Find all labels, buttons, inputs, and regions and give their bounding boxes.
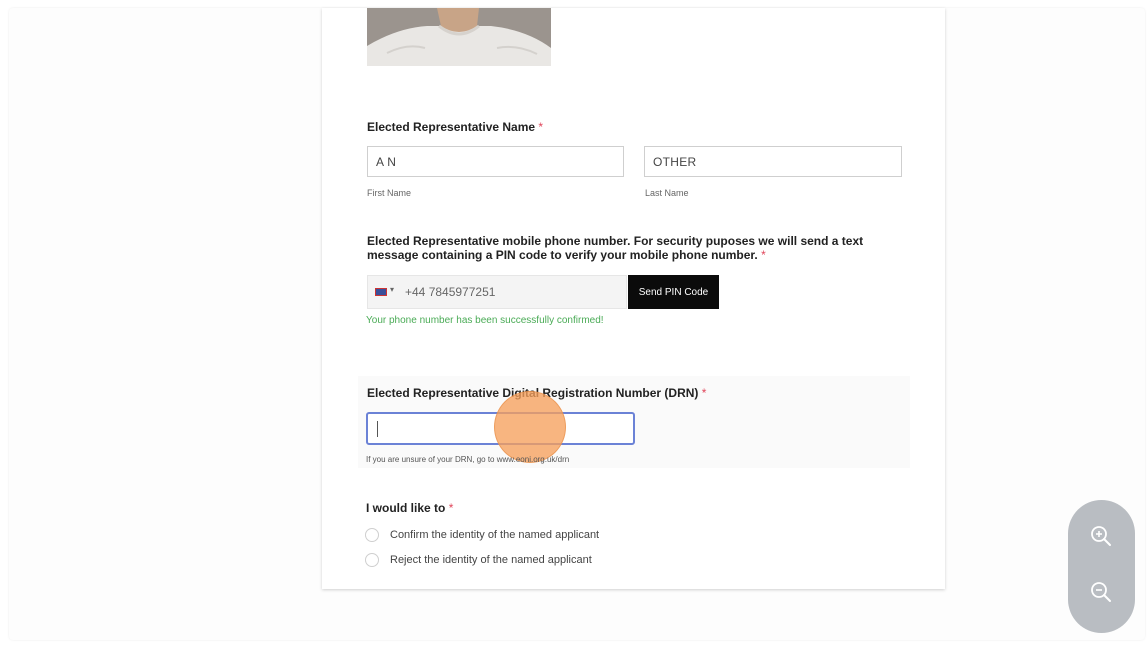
- phone-value: +44 7845977251: [405, 285, 496, 299]
- applicant-photo: [367, 8, 551, 66]
- drn-help-text: If you are unsure of your DRN, go to www…: [366, 455, 570, 464]
- phone-success-message: Your phone number has been successfully …: [366, 315, 604, 326]
- phone-label: Elected Representative mobile phone numb…: [367, 234, 864, 262]
- zoom-in-icon: [1091, 526, 1111, 546]
- send-pin-button[interactable]: Send PIN Code: [628, 275, 719, 309]
- last-name-sublabel: Last Name: [645, 188, 689, 198]
- text-cursor: [377, 421, 378, 437]
- form-card: Elected Representative Name * A N First …: [322, 8, 945, 589]
- zoom-in-button[interactable]: [1087, 522, 1115, 550]
- uk-flag-icon[interactable]: [375, 288, 387, 296]
- zoom-out-icon: [1091, 582, 1111, 602]
- action-label: I would like to *: [366, 501, 454, 515]
- option-reject-label: Reject the identity of the named applica…: [390, 554, 592, 566]
- first-name-input[interactable]: A N: [367, 146, 624, 177]
- phone-input[interactable]: ▾ +44 7845977251: [367, 275, 627, 309]
- option-confirm-label: Confirm the identity of the named applic…: [390, 529, 600, 541]
- click-indicator: [494, 391, 566, 463]
- chevron-down-icon[interactable]: ▾: [390, 285, 394, 294]
- name-label: Elected Representative Name *: [367, 120, 544, 134]
- last-name-input[interactable]: OTHER: [644, 146, 902, 177]
- radio-reject[interactable]: [365, 553, 379, 567]
- radio-confirm[interactable]: [365, 528, 379, 542]
- zoom-controls: [1068, 500, 1135, 633]
- zoom-out-button[interactable]: [1087, 578, 1115, 606]
- first-name-sublabel: First Name: [367, 188, 412, 198]
